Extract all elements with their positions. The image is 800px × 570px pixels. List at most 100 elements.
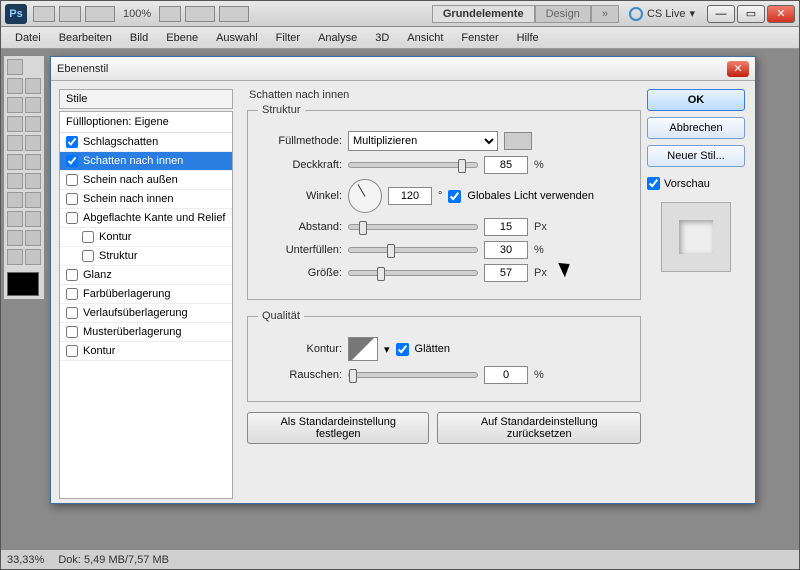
- wand-tool[interactable]: [7, 97, 23, 113]
- style-checkbox[interactable]: [66, 288, 78, 300]
- foreground-background-swatch[interactable]: [7, 272, 39, 296]
- antialias-checkbox[interactable]: [396, 343, 409, 356]
- noise-input[interactable]: [484, 366, 528, 384]
- blur-tool[interactable]: [25, 173, 41, 189]
- menu-3d[interactable]: 3D: [367, 30, 397, 46]
- style-checkbox[interactable]: [66, 345, 78, 357]
- size-slider[interactable]: [348, 270, 478, 276]
- reset-default-button[interactable]: Auf Standardeinstellung zurücksetzen: [437, 412, 641, 444]
- menu-hilfe[interactable]: Hilfe: [509, 30, 547, 46]
- choke-slider[interactable]: [348, 247, 478, 253]
- distance-input[interactable]: [484, 218, 528, 236]
- hand-icon[interactable]: [159, 6, 181, 22]
- type-tool[interactable]: [7, 211, 23, 227]
- minimize-button[interactable]: —: [707, 5, 735, 23]
- style-checkbox[interactable]: [66, 269, 78, 281]
- cslive-button[interactable]: CS Live ▾: [629, 7, 695, 21]
- style-checkbox[interactable]: [66, 307, 78, 319]
- size-input[interactable]: [484, 264, 528, 282]
- workspace-tab-design[interactable]: Design: [535, 5, 591, 23]
- maximize-button[interactable]: ▭: [737, 5, 765, 23]
- stamp-tool[interactable]: [25, 135, 41, 151]
- bridge-icon[interactable]: [33, 6, 55, 22]
- menu-auswahl[interactable]: Auswahl: [208, 30, 266, 46]
- menu-bild[interactable]: Bild: [122, 30, 156, 46]
- blending-options-item[interactable]: Füllloptionen: Eigene: [60, 112, 232, 133]
- style-checkbox[interactable]: [66, 155, 78, 167]
- angle-input[interactable]: [388, 187, 432, 205]
- pen-tool[interactable]: [25, 192, 41, 208]
- dialog-close-button[interactable]: ✕: [727, 61, 749, 77]
- style-checkbox[interactable]: [82, 231, 94, 243]
- ok-button[interactable]: OK: [647, 89, 745, 111]
- style-checkbox[interactable]: [82, 250, 94, 262]
- menu-datei[interactable]: Datei: [7, 30, 49, 46]
- style-item-bevel[interactable]: Abgeflachte Kante und Relief: [60, 209, 232, 228]
- marquee-tool[interactable]: [7, 78, 23, 94]
- arrange-icon[interactable]: [185, 6, 215, 22]
- move-tool[interactable]: [7, 59, 23, 75]
- preview-checkbox[interactable]: [647, 177, 660, 190]
- style-item-schlagschatten[interactable]: Schlagschatten: [60, 133, 232, 152]
- minibridge-icon[interactable]: [59, 6, 81, 22]
- menu-ansicht[interactable]: Ansicht: [399, 30, 451, 46]
- dialog-titlebar[interactable]: Ebenenstil ✕: [51, 57, 755, 81]
- style-item-schatten-nach-innen[interactable]: Schatten nach innen: [60, 152, 232, 171]
- opacity-input[interactable]: [484, 156, 528, 174]
- workspace-tab-grundelemente[interactable]: Grundelemente: [432, 5, 535, 23]
- style-checkbox[interactable]: [66, 193, 78, 205]
- zoom-level[interactable]: 100%: [119, 8, 155, 20]
- contour-dropdown-icon[interactable]: ▾: [384, 343, 390, 356]
- dodge-tool[interactable]: [7, 192, 23, 208]
- gradient-tool[interactable]: [7, 173, 23, 189]
- style-checkbox[interactable]: [66, 326, 78, 338]
- shape-tool[interactable]: [7, 230, 23, 246]
- eraser-tool[interactable]: [25, 154, 41, 170]
- style-item-schein-nach-aussen[interactable]: Schein nach außen: [60, 171, 232, 190]
- shadow-color-swatch[interactable]: [504, 132, 532, 150]
- cancel-button[interactable]: Abbrechen: [647, 117, 745, 139]
- style-item-kontur[interactable]: Kontur: [60, 342, 232, 361]
- menu-bearbeiten[interactable]: Bearbeiten: [51, 30, 120, 46]
- style-item-glanz[interactable]: Glanz: [60, 266, 232, 285]
- crop-tool[interactable]: [25, 97, 41, 113]
- workspace-more[interactable]: »: [591, 5, 619, 23]
- eyedropper-tool[interactable]: [7, 116, 23, 132]
- style-item-schein-nach-innen[interactable]: Schein nach innen: [60, 190, 232, 209]
- path-tool[interactable]: [25, 211, 41, 227]
- style-item-musterueberlagerung[interactable]: Musterüberlagerung: [60, 323, 232, 342]
- contour-picker[interactable]: [348, 337, 378, 361]
- make-default-button[interactable]: Als Standardeinstellung festlegen: [247, 412, 429, 444]
- zoom-tool[interactable]: [25, 249, 41, 265]
- menu-fenster[interactable]: Fenster: [453, 30, 506, 46]
- menu-filter[interactable]: Filter: [268, 30, 308, 46]
- style-checkbox[interactable]: [66, 174, 78, 186]
- 3d-tool[interactable]: [25, 230, 41, 246]
- close-button[interactable]: ✕: [767, 5, 795, 23]
- hand-tool[interactable]: [7, 249, 23, 265]
- style-item-struktur-sub[interactable]: Struktur: [60, 247, 232, 266]
- style-item-farbueberlagerung[interactable]: Farbüberlagerung: [60, 285, 232, 304]
- blendmode-select[interactable]: Multiplizieren: [348, 131, 498, 151]
- opacity-slider[interactable]: [348, 162, 478, 168]
- style-checkbox[interactable]: [66, 212, 78, 224]
- global-light-checkbox[interactable]: [448, 190, 461, 203]
- lasso-tool[interactable]: [25, 78, 41, 94]
- distance-slider[interactable]: [348, 224, 478, 230]
- style-checkbox[interactable]: [66, 136, 78, 148]
- noise-slider[interactable]: [348, 372, 478, 378]
- heal-tool[interactable]: [25, 116, 41, 132]
- style-item-verlaufsueberlagerung[interactable]: Verlaufsüberlagerung: [60, 304, 232, 323]
- style-item-kontur-sub[interactable]: Kontur: [60, 228, 232, 247]
- status-zoom[interactable]: 33,33%: [7, 554, 44, 566]
- angle-wheel[interactable]: [348, 179, 382, 213]
- menu-ebene[interactable]: Ebene: [158, 30, 206, 46]
- screenmode-icon[interactable]: [219, 6, 249, 22]
- brush-tool[interactable]: [7, 135, 23, 151]
- choke-input[interactable]: [484, 241, 528, 259]
- menu-analyse[interactable]: Analyse: [310, 30, 365, 46]
- history-brush-tool[interactable]: [7, 154, 23, 170]
- view-extras-icon[interactable]: [85, 6, 115, 22]
- styles-header[interactable]: Stile: [59, 89, 233, 109]
- new-style-button[interactable]: Neuer Stil...: [647, 145, 745, 167]
